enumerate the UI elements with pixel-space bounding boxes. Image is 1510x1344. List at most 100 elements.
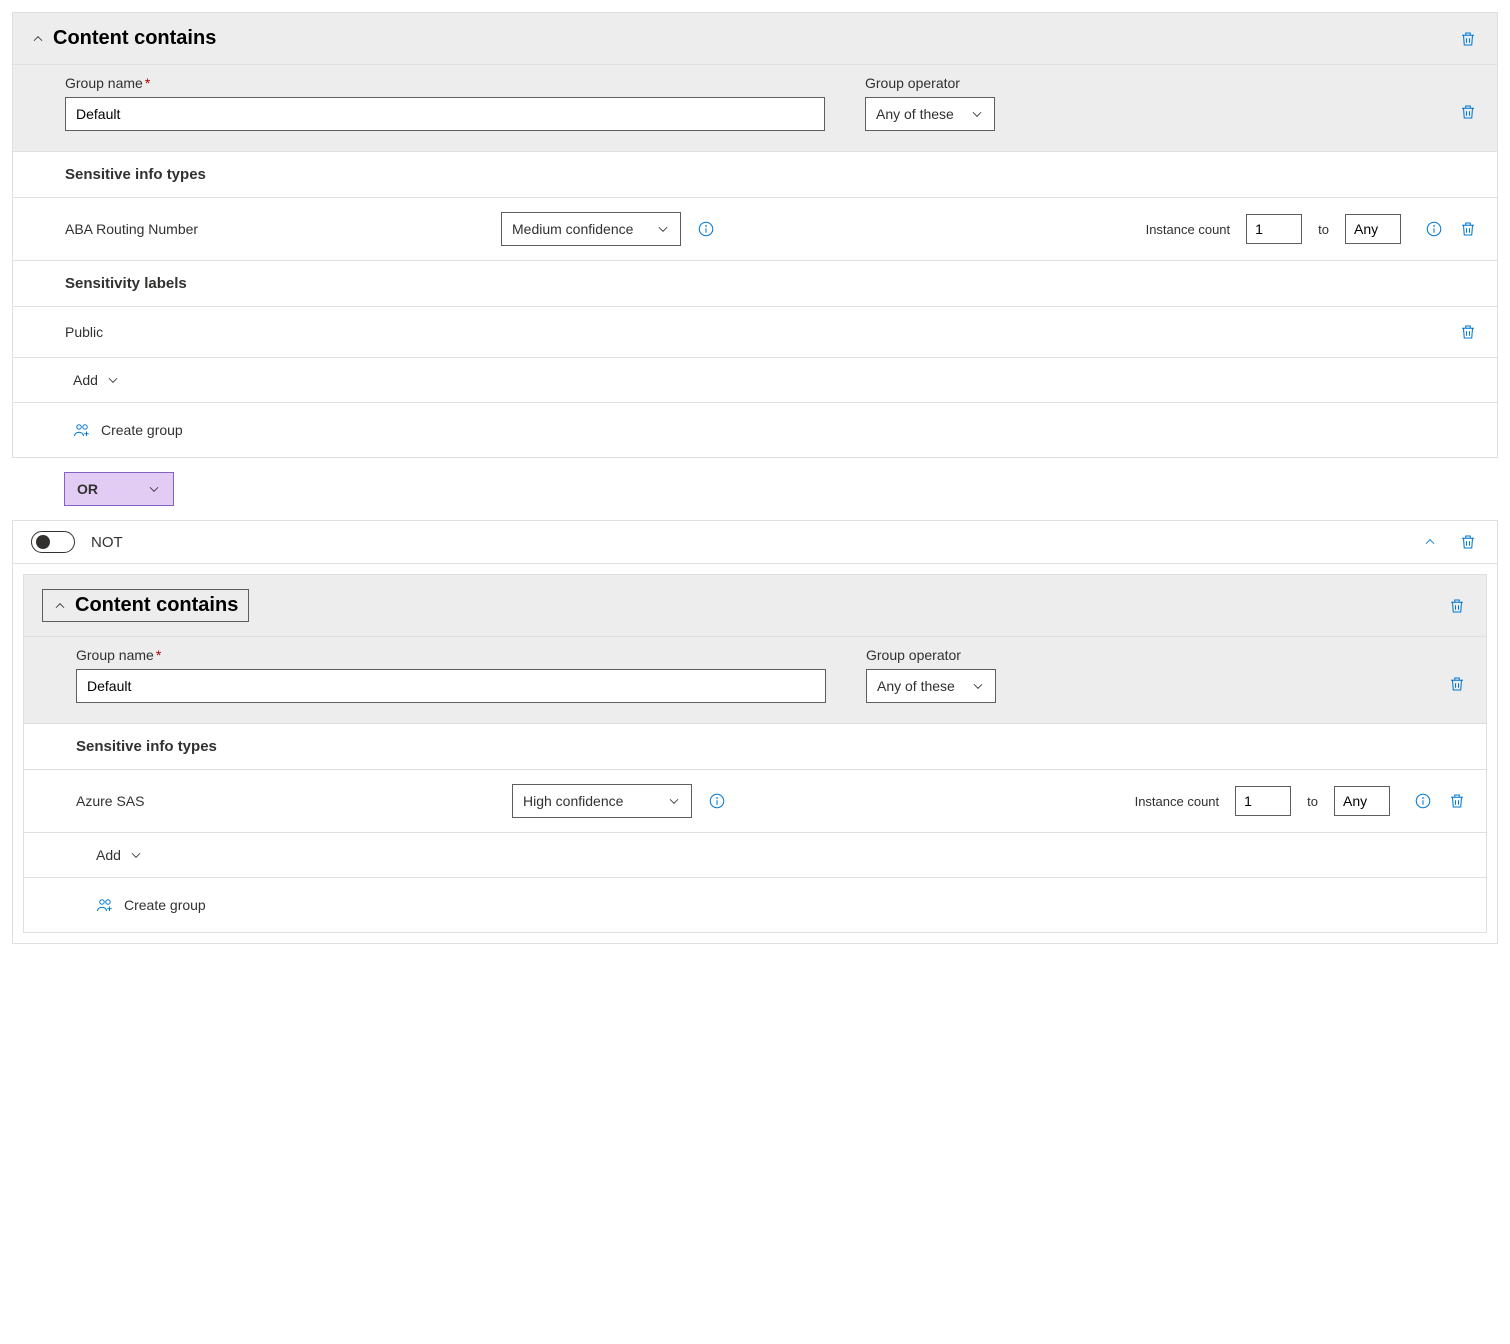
add-row[interactable]: Add	[24, 833, 1486, 878]
condition-block-2: Content contains Group name* Group opera…	[23, 574, 1487, 933]
chevron-down-icon	[656, 222, 670, 236]
label-name: Public	[65, 324, 485, 340]
info-icon[interactable]	[1425, 220, 1443, 238]
chevron-down-icon	[970, 107, 984, 121]
not-right-actions	[1421, 531, 1479, 553]
sensitive-info-types-header: Sensitive info types	[24, 724, 1486, 770]
group-operator-select[interactable]: Any of these	[866, 669, 996, 703]
operator-value: OR	[77, 481, 98, 497]
group-name-label: Group name*	[65, 75, 825, 91]
instance-from-input[interactable]	[1246, 214, 1302, 244]
condition-block-1: Content contains Group name* Group opera…	[12, 12, 1498, 458]
chevron-down-icon	[106, 373, 120, 387]
add-label: Add	[96, 847, 121, 863]
sit-row: Azure SAS High confidence Instance count…	[24, 770, 1486, 833]
delete-label-button[interactable]	[1457, 321, 1479, 343]
instance-count-label: Instance count	[1135, 794, 1220, 809]
group-meta: Group name* Group operator Any of these	[13, 65, 1497, 152]
required-star: *	[156, 647, 161, 663]
chevron-down-icon	[147, 482, 161, 496]
confidence-value: Medium confidence	[512, 221, 633, 237]
delete-sit-button[interactable]	[1457, 218, 1479, 240]
to-label: to	[1318, 222, 1329, 237]
delete-condition-button[interactable]	[1457, 28, 1479, 50]
sit-row-actions	[1425, 218, 1479, 240]
group-name-label-text: Group name	[65, 75, 143, 91]
operator-select[interactable]: OR	[64, 472, 174, 506]
label-row: Public	[13, 307, 1497, 358]
instance-to-input[interactable]	[1345, 214, 1401, 244]
sit-name: ABA Routing Number	[65, 221, 485, 237]
trash-icon	[1448, 792, 1466, 810]
group-operator-value: Any of these	[877, 678, 955, 694]
add-row[interactable]: Add	[13, 358, 1497, 403]
people-add-icon	[73, 421, 91, 439]
group-operator-label: Group operator	[865, 75, 995, 91]
instance-to-input[interactable]	[1334, 786, 1390, 816]
confidence-value: High confidence	[523, 793, 623, 809]
collapse-not-button[interactable]	[1421, 533, 1439, 551]
group-name-label: Group name*	[76, 647, 826, 663]
condition-title: Content contains	[53, 27, 216, 50]
confidence-select[interactable]: High confidence	[512, 784, 692, 818]
group-name-field: Group name*	[65, 75, 825, 131]
delete-group-button[interactable]	[1457, 101, 1479, 123]
group-operator-select[interactable]: Any of these	[865, 97, 995, 131]
info-icon[interactable]	[708, 792, 726, 810]
group-operator-label: Group operator	[866, 647, 996, 663]
required-star: *	[145, 75, 150, 91]
chevron-down-icon	[971, 679, 985, 693]
group-operator-value: Any of these	[876, 106, 954, 122]
group-name-input[interactable]	[76, 669, 826, 703]
trash-icon	[1459, 103, 1477, 121]
instance-count-label: Instance count	[1146, 222, 1231, 237]
create-group-row[interactable]: Create group	[24, 878, 1486, 932]
delete-condition-button[interactable]	[1446, 595, 1468, 617]
not-left: NOT	[31, 531, 123, 553]
condition-title-wrap[interactable]: Content contains	[42, 589, 249, 622]
create-group-label: Create group	[101, 422, 183, 438]
delete-sit-button[interactable]	[1446, 790, 1468, 812]
delete-group-button[interactable]	[1446, 673, 1468, 695]
toggle-knob	[36, 535, 50, 549]
trash-icon	[1459, 533, 1477, 551]
group-meta: Group name* Group operator Any of these	[24, 637, 1486, 724]
sit-row-actions	[1414, 790, 1468, 812]
chevron-up-icon	[31, 32, 45, 46]
not-label: NOT	[91, 534, 123, 551]
confidence-select[interactable]: Medium confidence	[501, 212, 681, 246]
to-label: to	[1307, 794, 1318, 809]
info-icon[interactable]	[697, 220, 715, 238]
condition-title: Content contains	[75, 594, 238, 617]
trash-icon	[1459, 220, 1477, 238]
group-name-input[interactable]	[65, 97, 825, 131]
delete-not-button[interactable]	[1457, 531, 1479, 553]
not-toggle[interactable]	[31, 531, 75, 553]
people-add-icon	[96, 896, 114, 914]
condition-header: Content contains	[24, 575, 1486, 637]
create-group-row[interactable]: Create group	[13, 403, 1497, 457]
chevron-down-icon	[129, 848, 143, 862]
trash-icon	[1459, 30, 1477, 48]
group-name-label-text: Group name	[76, 647, 154, 663]
sit-name: Azure SAS	[76, 793, 496, 809]
info-icon[interactable]	[1414, 792, 1432, 810]
group-operator-field: Group operator Any of these	[866, 647, 996, 703]
chevron-down-icon	[667, 794, 681, 808]
add-label: Add	[73, 372, 98, 388]
group-name-field: Group name*	[76, 647, 826, 703]
chevron-up-icon	[1423, 535, 1437, 549]
chevron-up-icon	[53, 599, 67, 613]
sensitivity-labels-header: Sensitivity labels	[13, 261, 1497, 307]
create-group-label: Create group	[124, 897, 206, 913]
not-block: NOT Content contains	[12, 520, 1498, 944]
trash-icon	[1459, 323, 1477, 341]
condition-header: Content contains	[13, 13, 1497, 65]
sensitive-info-types-header: Sensitive info types	[13, 152, 1497, 198]
instance-from-input[interactable]	[1235, 786, 1291, 816]
group-operator-field: Group operator Any of these	[865, 75, 995, 131]
trash-icon	[1448, 675, 1466, 693]
trash-icon	[1448, 597, 1466, 615]
condition-title-wrap[interactable]: Content contains	[31, 27, 216, 50]
sit-row: ABA Routing Number Medium confidence Ins…	[13, 198, 1497, 261]
